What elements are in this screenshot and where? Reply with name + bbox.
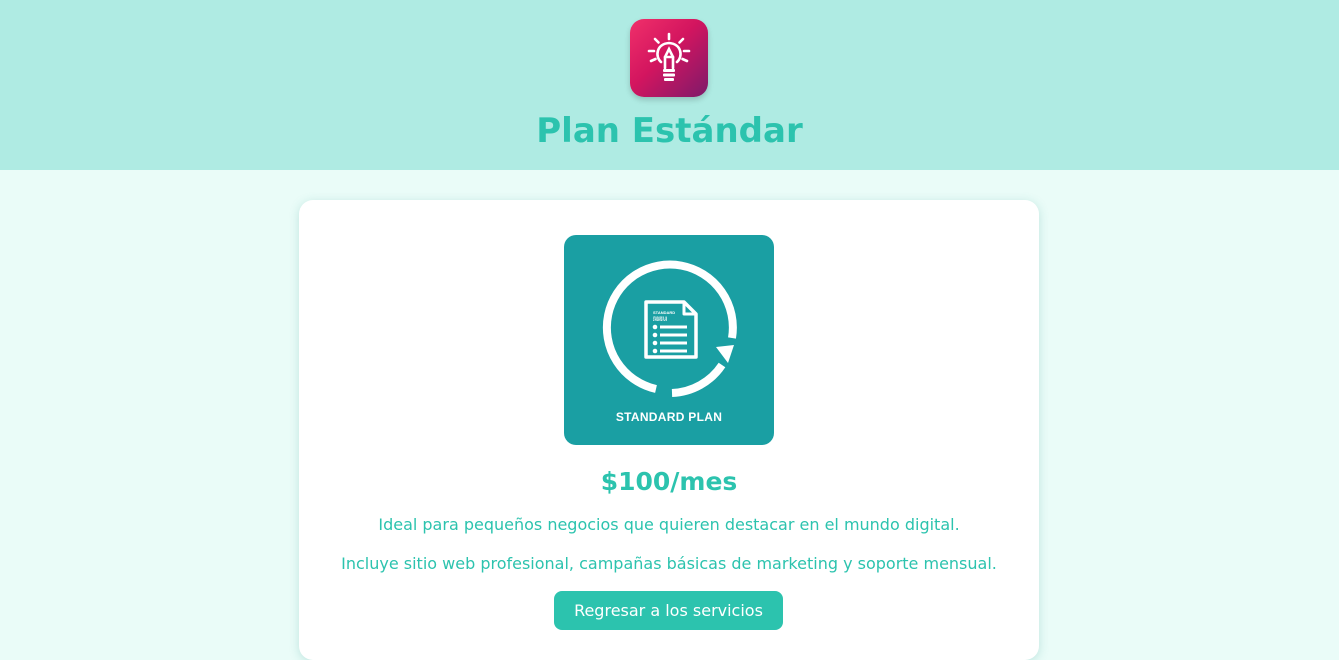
lightbulb-pencil-icon [647,32,691,81]
plan-description-1: Ideal para pequeños negocios que quieren… [378,515,960,534]
plan-image-caption: STANDARD PLAN [615,410,723,424]
plan-price: $100/mes [600,467,738,496]
plan-card: STANDARD STANDARD PLAN STANDARD PLAN $10… [299,200,1039,660]
document-label: STANDARD PLAN [653,316,667,323]
plan-image: STANDARD STANDARD PLAN STANDARD PLAN [564,235,774,445]
svg-text:STANDARD: STANDARD [653,310,675,315]
plan-description-2: Incluye sitio web profesional, campañas … [341,554,997,573]
page-title: Plan Estándar [536,111,803,151]
page-header: Plan Estándar [0,0,1339,170]
logo [630,19,708,97]
back-to-services-button[interactable]: Regresar a los servicios [554,591,783,630]
